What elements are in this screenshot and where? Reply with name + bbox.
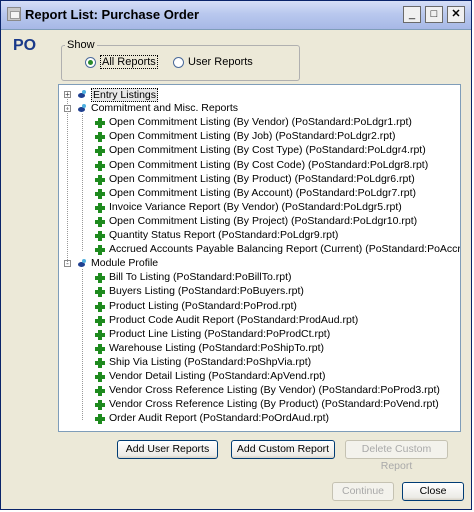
report-item-label[interactable]: Accrued Accounts Payable Balancing Repor…: [109, 243, 460, 255]
report-plus-icon: [95, 245, 105, 256]
tree-group-label[interactable]: Entry Listings: [91, 88, 159, 102]
report-item[interactable]: Product Listing (PoStandard:PoProd.rpt): [59, 300, 459, 314]
report-plus-icon: [95, 160, 105, 171]
report-plus-icon: [95, 202, 105, 213]
report-item[interactable]: Vendor Detail Listing (PoStandard:ApVend…: [59, 370, 459, 384]
continue-button: Continue: [332, 482, 394, 501]
report-plus-icon: [95, 301, 105, 312]
report-plus-icon: [95, 400, 105, 411]
report-plus-icon: [95, 414, 105, 425]
report-plus-icon: [95, 315, 105, 326]
report-plus-icon: [95, 329, 105, 340]
continue-label: Continue: [341, 485, 385, 497]
report-item-label[interactable]: Warehouse Listing (PoStandard:PoShipTo.r…: [109, 342, 324, 354]
report-item[interactable]: Ship Via Listing (PoStandard:PoShpVia.rp…: [59, 356, 459, 370]
report-item[interactable]: Vendor Cross Reference Listing (By Produ…: [59, 398, 459, 412]
tree-group-module[interactable]: - Module Profile: [59, 257, 459, 271]
delete-custom-report-label: Delete Custom Report: [361, 443, 432, 472]
report-item-label[interactable]: Buyers Listing (PoStandard:PoBuyers.rpt): [109, 285, 304, 297]
report-plus-icon: [95, 343, 105, 354]
report-plus-icon: [95, 357, 105, 368]
report-plus-icon: [95, 118, 105, 129]
report-item[interactable]: Quantity Status Report (PoStandard:PoLdg…: [59, 229, 459, 243]
report-item-label[interactable]: Vendor Cross Reference Listing (By Vendo…: [109, 384, 440, 396]
report-plus-icon: [95, 372, 105, 382]
report-item-label[interactable]: Open Commitment Listing (By Product) (Po…: [109, 173, 415, 185]
app-icon: [7, 7, 21, 21]
report-plus-icon: [95, 216, 105, 227]
tree-connector: [82, 269, 83, 421]
report-plus-icon: [95, 273, 105, 284]
report-item[interactable]: Open Commitment Listing (By Account) (Po…: [59, 187, 459, 201]
report-item-label[interactable]: Product Line Listing (PoStandard:PoProdC…: [109, 328, 330, 340]
report-plus-icon: [95, 386, 105, 397]
report-item-label[interactable]: Ship Via Listing (PoStandard:PoShpVia.rp…: [109, 356, 311, 368]
report-plus-icon: [95, 287, 105, 298]
report-item-label[interactable]: Bill To Listing (PoStandard:PoBillTo.rpt…: [109, 271, 291, 283]
report-item-label[interactable]: Open Commitment Listing (By Vendor) (PoS…: [109, 116, 412, 128]
show-legend: Show: [65, 39, 97, 51]
report-item[interactable]: Order Audit Report (PoStandard:PoOrdAud.…: [59, 412, 459, 426]
report-item[interactable]: Open Commitment Listing (By Job) (PoStan…: [59, 130, 459, 144]
window-title: Report List: Purchase Order: [25, 7, 200, 22]
close-label: Close: [419, 485, 447, 497]
report-plus-icon: [95, 132, 105, 143]
close-window-button[interactable]: ✕: [447, 6, 465, 23]
report-item-label[interactable]: Product Listing (PoStandard:PoProd.rpt): [109, 300, 297, 312]
report-plus-icon: [95, 146, 105, 157]
report-item-label[interactable]: Vendor Cross Reference Listing (By Produ…: [109, 398, 439, 410]
add-custom-report-button[interactable]: Add Custom Report: [231, 440, 335, 459]
module-label: PO: [13, 37, 37, 54]
delete-custom-report-button: Delete Custom Report: [345, 440, 448, 472]
report-plus-icon: [95, 174, 105, 185]
report-list-window: Report List: Purchase Order _ □ ✕ PO Sho…: [0, 0, 472, 510]
add-user-reports-button[interactable]: Add User Reports: [117, 440, 218, 459]
report-item[interactable]: Invoice Variance Report (By Vendor) (PoS…: [59, 201, 459, 215]
report-item[interactable]: Buyers Listing (PoStandard:PoBuyers.rpt): [59, 285, 459, 299]
add-user-reports-label: Add User Reports: [125, 443, 210, 455]
tree-connector: [82, 114, 83, 252]
radio-selected-icon[interactable]: [85, 57, 96, 68]
tree-group-entry_listings[interactable]: + Entry Listings: [59, 88, 459, 102]
report-item-label[interactable]: Order Audit Report (PoStandard:PoOrdAud.…: [109, 412, 329, 424]
report-item[interactable]: Vendor Cross Reference Listing (By Vendo…: [59, 384, 459, 398]
report-item-label[interactable]: Vendor Detail Listing (PoStandard:ApVend…: [109, 370, 326, 382]
report-item[interactable]: Product Code Audit Report (PoStandard:Pr…: [59, 314, 459, 328]
report-item-label[interactable]: Open Commitment Listing (By Account) (Po…: [109, 187, 416, 199]
report-item[interactable]: Open Commitment Listing (By Product) (Po…: [59, 173, 459, 187]
maximize-button[interactable]: □: [425, 6, 443, 23]
radio-unselected-icon[interactable]: [173, 57, 184, 68]
report-item[interactable]: Bill To Listing (PoStandard:PoBillTo.rpt…: [59, 271, 459, 285]
report-plus-icon: [95, 231, 105, 241]
report-tree[interactable]: + Entry Listings - Commitment and Misc. Rep…: [58, 84, 461, 432]
title-bar[interactable]: Report List: Purchase Order _ □ ✕: [1, 1, 471, 30]
report-item[interactable]: Accrued Accounts Payable Balancing Repor…: [59, 243, 460, 257]
radio-all-reports-label[interactable]: All Reports: [100, 55, 158, 69]
report-item[interactable]: Product Line Listing (PoStandard:PoProdC…: [59, 328, 459, 342]
report-item[interactable]: Open Commitment Listing (By Vendor) (PoS…: [59, 116, 459, 130]
report-item-label[interactable]: Quantity Status Report (PoStandard:PoLdg…: [109, 229, 338, 241]
add-custom-report-label: Add Custom Report: [236, 443, 330, 455]
report-item-label[interactable]: Open Commitment Listing (By Project) (Po…: [109, 215, 417, 227]
tree-root-connector: [67, 95, 68, 265]
report-item-label[interactable]: Open Commitment Listing (By Job) (PoStan…: [109, 130, 396, 142]
radio-user-reports-label[interactable]: User Reports: [188, 56, 253, 68]
report-item[interactable]: Open Commitment Listing (By Project) (Po…: [59, 215, 459, 229]
close-button[interactable]: Close: [402, 482, 464, 501]
folder-icon: [77, 90, 87, 100]
folder-icon: [77, 259, 87, 269]
tree-group-commitment[interactable]: - Commitment and Misc. Reports: [59, 102, 459, 116]
report-item-label[interactable]: Invoice Variance Report (By Vendor) (PoS…: [109, 201, 402, 213]
tree-group-label[interactable]: Commitment and Misc. Reports: [91, 102, 238, 114]
minimize-button[interactable]: _: [403, 6, 421, 23]
report-plus-icon: [95, 188, 105, 199]
report-item[interactable]: Open Commitment Listing (By Cost Code) (…: [59, 159, 459, 173]
report-item-label[interactable]: Product Code Audit Report (PoStandard:Pr…: [109, 314, 358, 326]
folder-icon: [77, 104, 87, 114]
tree-group-label[interactable]: Module Profile: [91, 257, 158, 269]
report-item-label[interactable]: Open Commitment Listing (By Cost Code) (…: [109, 159, 428, 171]
report-item[interactable]: Open Commitment Listing (By Cost Type) (…: [59, 144, 459, 158]
report-item-label[interactable]: Open Commitment Listing (By Cost Type) (…: [109, 144, 426, 156]
report-item[interactable]: Warehouse Listing (PoStandard:PoShipTo.r…: [59, 342, 459, 356]
